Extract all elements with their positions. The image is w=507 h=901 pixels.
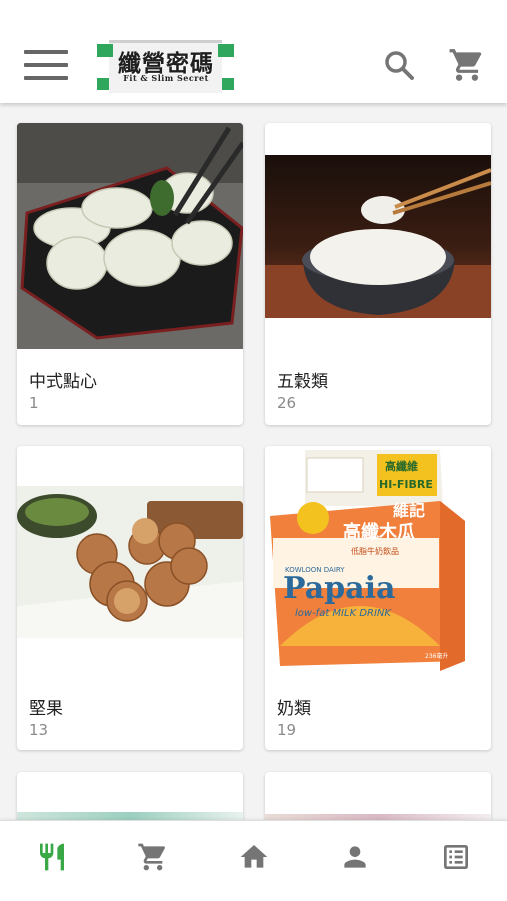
- cart-icon: [138, 843, 166, 871]
- home-icon: [240, 845, 268, 868]
- category-card[interactable]: 維記 高纖維 HI-FIBRE 高纖木瓜 低脂牛奶飲品 KOWLOON DAIR…: [265, 446, 491, 750]
- category-card[interactable]: [265, 772, 491, 820]
- dumplings-image: [17, 123, 243, 349]
- category-count: 26: [277, 394, 297, 412]
- nav-home[interactable]: [202, 821, 303, 901]
- category-card[interactable]: 五穀類 26: [265, 123, 491, 425]
- carton-product: Papaia: [283, 571, 395, 606]
- cart-icon[interactable]: [448, 46, 486, 84]
- milk-carton-image: 維記 高纖維 HI-FIBRE 高纖木瓜 低脂牛奶飲品 KOWLOON DAIR…: [265, 446, 491, 672]
- restaurant-icon: [40, 843, 64, 871]
- logo-subtitle: Fit & Slim Secret: [123, 73, 209, 83]
- category-card[interactable]: 中式點心 1: [17, 123, 243, 425]
- category-count: 19: [277, 721, 297, 739]
- carton-brand: 維記: [393, 501, 425, 520]
- app-logo: 纖營密碼 Fit & Slim Secret: [97, 38, 234, 93]
- nav-list[interactable]: [404, 821, 505, 901]
- list-icon: [444, 845, 468, 869]
- carton-flavor-sub: 低脂牛奶飲品: [351, 546, 399, 556]
- category-count: 1: [29, 394, 39, 412]
- carton-desc: low-fat MILK DRINK: [295, 608, 392, 619]
- category-name: 奶類: [277, 699, 311, 719]
- bottom-nav: [0, 820, 507, 901]
- category-name: 堅果: [29, 699, 63, 719]
- carton-volume: 236毫升: [425, 652, 448, 660]
- nav-cart[interactable]: [101, 821, 202, 901]
- category-card[interactable]: [17, 772, 243, 820]
- rice-bowl-image: [265, 155, 491, 318]
- nav-restaurant[interactable]: [0, 821, 101, 901]
- carton-fibre-cn: 高纖維: [385, 459, 418, 473]
- walnuts-image: [17, 486, 243, 638]
- category-name: 五穀類: [277, 372, 328, 392]
- search-icon[interactable]: [383, 49, 415, 81]
- app-bar: 纖營密碼 Fit & Slim Secret: [0, 0, 507, 103]
- card-image-peek: [17, 812, 243, 820]
- person-icon: [344, 846, 366, 868]
- category-card[interactable]: 堅果 13: [17, 446, 243, 750]
- menu-icon[interactable]: [24, 48, 68, 82]
- category-grid: 中式點心 1 五穀類 26 堅果 13 維記 高纖維 HI-FIBRE 高纖木瓜…: [0, 103, 507, 820]
- category-name: 中式點心: [29, 372, 97, 392]
- category-count: 13: [29, 721, 49, 739]
- carton-fibre-en: HI-FIBRE: [379, 478, 433, 491]
- carton-flavor: 高纖木瓜: [343, 521, 415, 543]
- nav-profile[interactable]: [303, 821, 404, 901]
